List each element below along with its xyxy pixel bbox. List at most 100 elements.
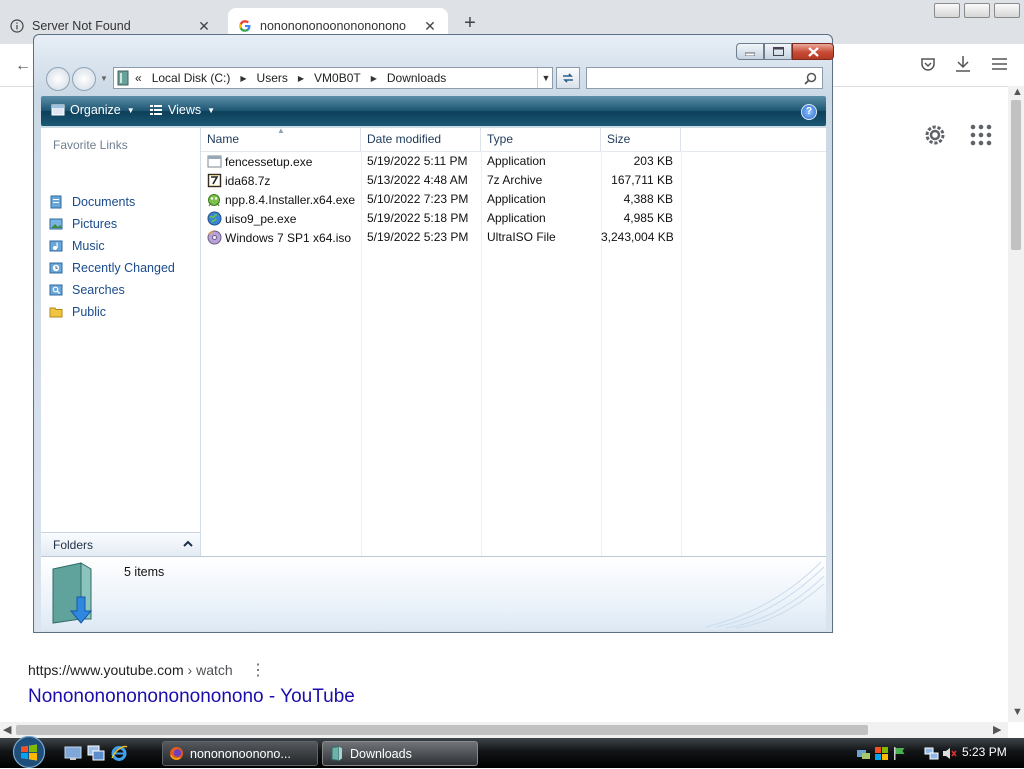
help-icon[interactable]: ? bbox=[801, 104, 817, 120]
chevron-up-icon[interactable] bbox=[182, 538, 194, 550]
scrollbar-thumb[interactable] bbox=[1011, 100, 1021, 250]
result-more-options-icon[interactable]: ⋮ bbox=[250, 660, 266, 680]
column-date-modified[interactable]: Date modified bbox=[361, 128, 481, 151]
result-title-link[interactable]: Nonononononononononono - YouTube bbox=[28, 686, 355, 708]
back-arrow-icon[interactable]: ← bbox=[13, 56, 33, 76]
breadcrumb-separator-icon[interactable]: ▶ bbox=[298, 74, 304, 83]
sidebar-item-music[interactable]: Music bbox=[49, 236, 105, 256]
breadcrumb-vm0b0t[interactable]: VM0B0T bbox=[314, 71, 361, 85]
minimize-button[interactable] bbox=[736, 43, 764, 60]
tray-flag-icon[interactable] bbox=[892, 746, 907, 761]
forward-button[interactable] bbox=[72, 67, 96, 91]
chevron-down-icon: ▼ bbox=[207, 105, 216, 115]
close-button[interactable] bbox=[792, 43, 834, 60]
maximize-icon bbox=[772, 47, 784, 56]
browser-restore-button[interactable] bbox=[964, 3, 990, 18]
organize-label: Organize bbox=[70, 103, 121, 117]
folders-toggle[interactable]: Folders bbox=[41, 532, 200, 557]
taskbar-button-label: Downloads bbox=[350, 746, 412, 761]
tab-close-icon[interactable]: ✕ bbox=[196, 18, 212, 35]
refresh-button[interactable] bbox=[556, 67, 580, 89]
search-input[interactable] bbox=[589, 70, 797, 86]
tab-label: Server Not Found bbox=[32, 19, 131, 33]
new-tab-button[interactable]: + bbox=[458, 12, 482, 36]
file-name: fencessetup.exe bbox=[225, 154, 313, 169]
sidebar-item-pictures[interactable]: Pictures bbox=[49, 214, 117, 234]
page-vertical-scrollbar[interactable]: ▲ ▼ bbox=[1008, 86, 1024, 722]
recent-pages-dropdown-icon[interactable]: ▼ bbox=[100, 74, 108, 83]
search-box[interactable] bbox=[586, 67, 823, 89]
pictures-icon bbox=[49, 218, 63, 230]
documents-icon bbox=[50, 195, 62, 209]
sidebar-item-label: Pictures bbox=[72, 217, 118, 231]
show-desktop-icon[interactable] bbox=[64, 744, 82, 762]
tray-network-sharing-icon[interactable] bbox=[856, 746, 871, 761]
file-size: 167,711 KB bbox=[611, 173, 673, 187]
browser-minimize-button[interactable] bbox=[934, 3, 960, 18]
file-row[interactable]: uiso9_pe.exe 5/19/2022 5:18 PM Applicati… bbox=[201, 209, 681, 228]
close-icon bbox=[807, 46, 819, 57]
start-button[interactable] bbox=[8, 735, 50, 769]
file-type: Application bbox=[487, 192, 546, 206]
result-url-path: › watch bbox=[183, 662, 233, 678]
navigation-pane: Favorite Links Documents Pictures Music … bbox=[41, 128, 201, 556]
decorative-swoosh bbox=[705, 561, 825, 629]
file-size: 203 KB bbox=[633, 154, 673, 168]
taskbar-clock[interactable]: 5:23 PM bbox=[962, 745, 1007, 759]
tray-security-icon[interactable] bbox=[874, 746, 889, 761]
breadcrumb-overflow[interactable]: « bbox=[135, 71, 142, 85]
breadcrumb-downloads[interactable]: Downloads bbox=[387, 71, 446, 85]
search-icon[interactable] bbox=[804, 72, 817, 85]
views-icon bbox=[150, 105, 162, 115]
back-button[interactable] bbox=[46, 67, 70, 91]
file-row[interactable]: fencessetup.exe 5/19/2022 5:11 PM Applic… bbox=[201, 152, 681, 171]
taskbar-downloads-button[interactable]: Downloads bbox=[322, 741, 478, 766]
maximize-button[interactable] bbox=[764, 43, 792, 60]
file-row[interactable]: ida68.7z 5/13/2022 4:48 AM 7z Archive 16… bbox=[201, 171, 681, 190]
internet-explorer-icon[interactable] bbox=[110, 744, 128, 762]
menu-icon[interactable] bbox=[992, 57, 1007, 71]
file-type: 7z Archive bbox=[487, 173, 543, 187]
sidebar-item-recently-changed[interactable]: Recently Changed bbox=[49, 258, 175, 278]
music-icon bbox=[49, 240, 63, 252]
organize-button[interactable]: Organize ▼ bbox=[51, 103, 135, 117]
file-date: 5/19/2022 5:23 PM bbox=[367, 230, 469, 244]
folder-icon bbox=[331, 746, 342, 761]
apps-grid-icon[interactable] bbox=[970, 124, 992, 146]
browser-close-button[interactable] bbox=[994, 3, 1020, 18]
sidebar-item-searches[interactable]: Searches bbox=[49, 280, 125, 300]
switch-windows-icon[interactable] bbox=[87, 744, 105, 762]
file-name: npp.8.4.Installer.x64.exe bbox=[225, 192, 356, 207]
chevron-down-icon: ▼ bbox=[126, 105, 135, 115]
file-row[interactable]: Windows 7 SP1 x64.iso 5/19/2022 5:23 PM … bbox=[201, 228, 681, 247]
views-button[interactable]: Views ▼ bbox=[149, 103, 215, 117]
firefox-icon bbox=[170, 747, 183, 760]
column-size[interactable]: Size bbox=[601, 128, 681, 151]
file-date: 5/10/2022 7:23 PM bbox=[367, 192, 469, 206]
page-horizontal-scrollbar[interactable]: ◀ ▶ bbox=[0, 722, 1008, 738]
scrollbar-thumb[interactable] bbox=[16, 725, 868, 735]
sidebar-item-documents[interactable]: Documents bbox=[49, 192, 135, 212]
column-divider bbox=[681, 151, 682, 556]
sort-ascending-icon: ▲ bbox=[277, 126, 285, 135]
result-url[interactable]: https://www.youtube.com › watch bbox=[28, 662, 233, 678]
disc-icon bbox=[207, 230, 222, 245]
taskbar-firefox-button[interactable]: nonononoonono... bbox=[162, 741, 318, 766]
gear-icon[interactable] bbox=[922, 122, 948, 148]
breadcrumb-separator-icon[interactable]: ▶ bbox=[240, 74, 246, 83]
breadcrumb-separator-icon[interactable]: ▶ bbox=[371, 74, 377, 83]
tab-close-icon[interactable]: ✕ bbox=[422, 18, 438, 35]
file-row[interactable]: npp.8.4.Installer.x64.exe 5/10/2022 7:23… bbox=[201, 190, 681, 209]
system-tray bbox=[856, 740, 960, 766]
sidebar-item-public[interactable]: Public bbox=[49, 302, 106, 322]
tray-network-icon[interactable] bbox=[924, 746, 939, 761]
breadcrumb-users[interactable]: Users bbox=[257, 71, 288, 85]
address-dropdown-icon[interactable]: ▼ bbox=[537, 68, 554, 88]
download-icon[interactable] bbox=[955, 55, 971, 73]
pocket-icon[interactable] bbox=[920, 56, 936, 72]
column-type[interactable]: Type bbox=[481, 128, 601, 151]
tray-volume-muted-icon[interactable] bbox=[942, 746, 957, 761]
breadcrumb-local-disk[interactable]: Local Disk (C:) bbox=[152, 71, 231, 85]
address-bar[interactable]: « Local Disk (C:) ▶ Users ▶ VM0B0T ▶ Dow… bbox=[113, 67, 553, 89]
file-date: 5/19/2022 5:18 PM bbox=[367, 211, 469, 225]
